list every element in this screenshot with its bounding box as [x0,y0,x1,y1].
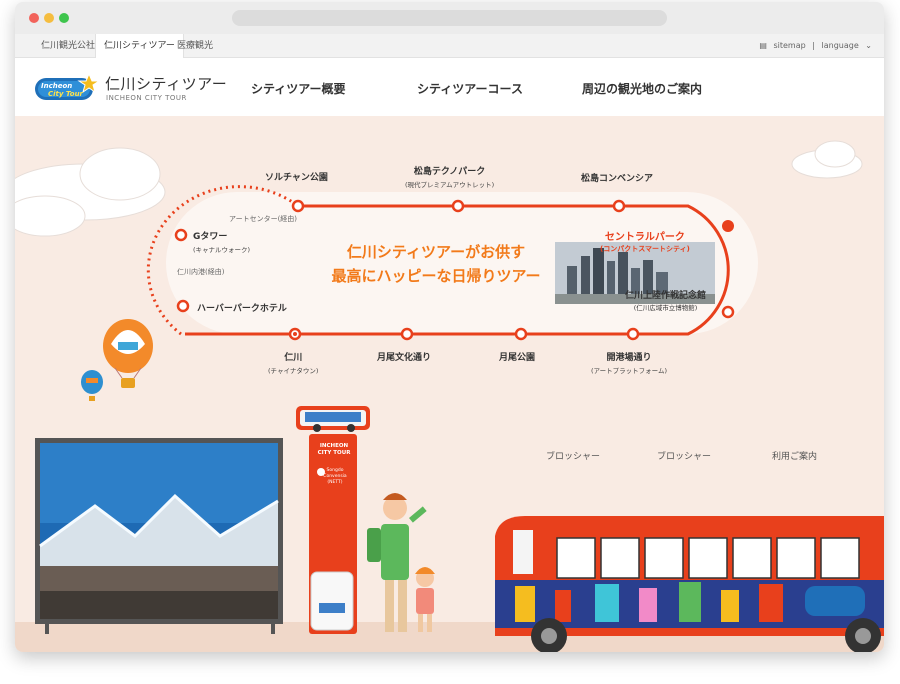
bus-stop-sign [296,406,370,634]
stop-wolmi-park[interactable]: 月尾公園 [499,350,535,363]
maximize-window-button[interactable] [59,13,69,23]
cloud-left [15,147,166,237]
nav-tour-overview[interactable]: シティツアー概要 [251,80,346,97]
title-bar [15,2,884,34]
sitemap-link[interactable]: sitemap [773,41,805,50]
language-link[interactable]: language [822,41,859,50]
top-utility-bar: 仁川観光公社 仁川シティツアー 医療観光 ▤ sitemap | languag… [15,34,884,58]
stop-songdo-convensia[interactable]: 松島コンベンシア [581,171,653,184]
stop-wolmi-culture-street[interactable]: 月尾文化通り [377,350,431,363]
bus-stop-title: INCHEON CITY TOUR [317,443,351,456]
stop-central-park[interactable]: セントラルパーク (コンパクトスマートシティ) [600,228,690,254]
stop-landing-memorial[interactable]: 仁川上陸作戦記念館 (仁川広域市立博物館) [625,288,706,312]
stop-incheon-chinatown[interactable]: 仁川 (チャイナタウン) [268,350,318,375]
hero-headline: 仁川シティツアーがお供す 最高にハッピーな日帰りツアー [311,240,561,288]
hero-illustration [15,140,884,652]
stop-harbor-park-hotel[interactable]: ハーバーパークホテル [197,301,287,314]
headline-line-1: 仁川シティツアーがお供す [346,243,526,261]
headline-line-2: 最高にハッピーな日帰りツアー [331,267,541,285]
minimize-window-button[interactable] [44,13,54,23]
nav-tour-course[interactable]: シティツアーコース [417,80,523,97]
billboard-photo [35,438,283,634]
nav-nearby-attractions[interactable]: 周辺の観光地のご案内 [582,80,702,97]
route-current-stop [722,220,734,232]
tab-medical-tourism[interactable]: 医療観光 [169,34,221,58]
tab-incheon-tourism[interactable]: 仁川観光公社 [33,34,103,58]
address-bar[interactable] [232,10,667,26]
brochure-link-1[interactable]: ブロッシャー [546,449,600,462]
stop-songdo-technopark[interactable]: 松島テクノパーク (現代プレミアムアウトレット) [405,164,494,189]
logo-text-incheon: Incheon [41,82,72,90]
sitemap-icon: ▤ [759,41,767,50]
top-right-links: ▤ sitemap | language ⌄ [755,34,872,58]
stop-solchan-park[interactable]: ソルチャン公園 [265,170,328,183]
hot-air-balloon-large [103,319,153,388]
hero-section: ソルチャン公園 松島テクノパーク (現代プレミアムアウトレット) 松島コンベンシア… [15,116,884,652]
close-window-button[interactable] [29,13,39,23]
stop-g-tower[interactable]: Gタワー (キャナルウォーク) [193,229,250,254]
logo-text-citytour: City Tour [48,90,84,98]
city-tour-logo[interactable]: Incheon City Tour [33,70,101,106]
cloud-right [791,140,863,179]
divider: | [812,41,815,50]
browser-window: 仁川観光公社 仁川シティツアー 医療観光 ▤ sitemap | languag… [15,2,884,652]
stop-gaehang-street[interactable]: 開港場通り (アートプラットフォーム) [591,350,667,375]
brochure-link-2[interactable]: ブロッシャー [657,449,711,462]
via-inner-port: 仁川内港(経由) [177,268,225,276]
via-art-center: アートセンター(経由) [229,215,298,223]
chevron-down-icon: ⌄ [865,41,872,50]
hot-air-balloon-small [81,370,103,401]
site-header: Incheon City Tour 仁川シティツアー INCHEON CITY … [15,58,884,116]
page-subtitle: INCHEON CITY TOUR [106,94,187,102]
page-title: 仁川シティツアー [105,75,228,93]
usage-guide-link[interactable]: 利用ご案内 [772,449,817,462]
bus-stop-name: Songdo Convensia (NETT) [323,468,347,485]
city-tour-bus [495,516,884,652]
